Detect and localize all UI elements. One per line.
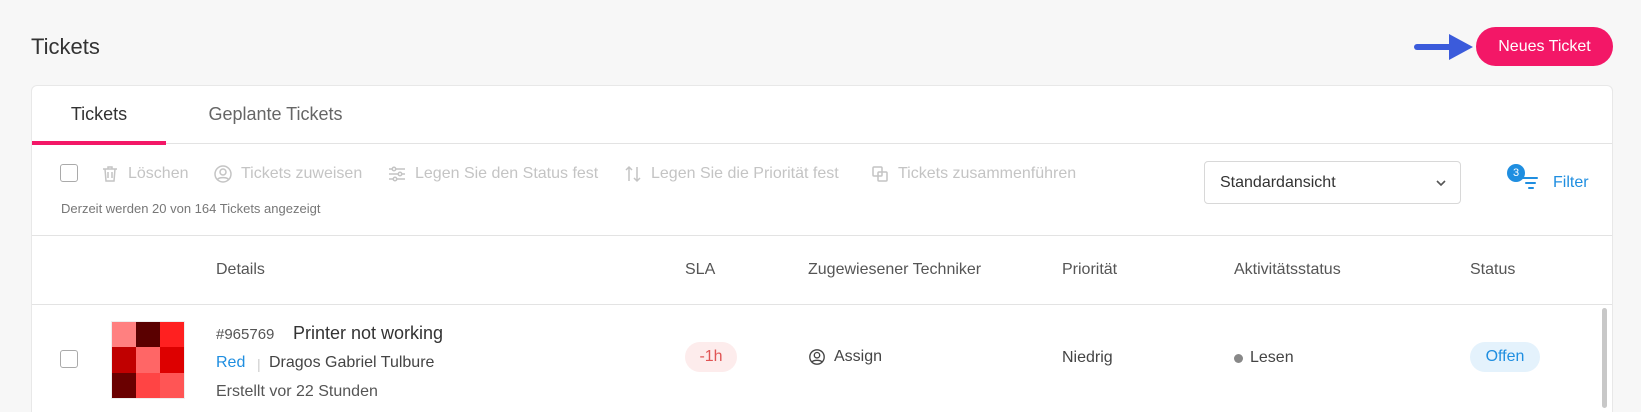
status-badge[interactable]: Offen xyxy=(1470,342,1540,372)
header-status[interactable]: Status xyxy=(1470,261,1515,279)
filter-label: Filter xyxy=(1553,174,1589,191)
filter-button[interactable]: 3 Filter xyxy=(1507,163,1603,203)
new-ticket-button[interactable]: Neues Ticket xyxy=(1476,27,1613,66)
trash-icon xyxy=(103,166,117,182)
ticket-count-text: Derzeit werden 20 von 164 Tickets angeze… xyxy=(61,201,321,216)
thumbnail-cell xyxy=(112,347,136,373)
ticket-requester: Dragos Gabriel Tulbure xyxy=(269,354,435,371)
ticket-id[interactable]: #965769 xyxy=(216,326,274,343)
ticket-created: Erstellt vor 22 Stunden xyxy=(216,383,378,400)
thumbnail-cell xyxy=(160,322,184,348)
chevron-down-icon xyxy=(1436,180,1446,187)
filter-icon xyxy=(1522,177,1538,189)
delete-action[interactable]: Löschen xyxy=(100,162,189,186)
thumbnail-cell xyxy=(112,322,136,348)
ticket-tag[interactable]: Red xyxy=(216,354,245,372)
ticket-subject[interactable]: Printer not working xyxy=(293,323,443,344)
thumbnail-cell xyxy=(160,347,184,373)
tab-scheduled-tickets[interactable]: Geplante Tickets xyxy=(197,86,354,144)
assign-tickets-label: Tickets zuweisen xyxy=(241,165,363,182)
tab-bar: Tickets Geplante Tickets xyxy=(32,86,1612,145)
merge-tickets-label: Tickets zusammenführen xyxy=(898,165,1077,182)
separator: | xyxy=(257,356,261,372)
activity-label: Lesen xyxy=(1250,349,1294,366)
sort-arrows-icon xyxy=(625,165,641,183)
assign-technician-button[interactable]: Assign xyxy=(808,348,882,366)
view-select-value: Standardansicht xyxy=(1220,174,1336,191)
activity-status: Lesen xyxy=(1234,349,1294,367)
set-status-action[interactable]: Legen Sie den Status fest xyxy=(387,162,598,186)
assign-label: Assign xyxy=(834,348,883,365)
delete-label: Löschen xyxy=(128,165,189,182)
tickets-card: Tickets Geplante Tickets Löschen Tickets… xyxy=(31,85,1613,412)
page-title: Tickets xyxy=(31,34,100,59)
header-sla[interactable]: SLA xyxy=(685,261,715,279)
header-technician[interactable]: Zugewiesener Techniker xyxy=(808,261,981,279)
set-status-label: Legen Sie den Status fest xyxy=(415,165,599,182)
thumbnail-cell xyxy=(136,372,160,398)
set-priority-label: Legen Sie die Priorität fest xyxy=(651,165,839,182)
table-row[interactable]: #965769 Printer not working Red | Dragos… xyxy=(32,305,1612,412)
header-activity-status[interactable]: Aktivitätsstatus xyxy=(1234,261,1341,279)
vertical-scrollbar[interactable] xyxy=(1602,308,1607,408)
select-all-checkbox[interactable] xyxy=(60,164,78,182)
thumbnail-cell xyxy=(112,372,136,398)
priority-value[interactable]: Niedrig xyxy=(1062,349,1113,367)
merge-tickets-action[interactable]: Tickets zusammenführen xyxy=(870,162,1076,186)
tab-tickets[interactable]: Tickets xyxy=(32,86,166,145)
user-circle-icon xyxy=(214,165,232,183)
activity-dot-icon xyxy=(1234,353,1243,363)
user-circle-icon xyxy=(809,349,825,365)
thumbnail-cell xyxy=(136,322,160,348)
thumbnail-cell xyxy=(160,372,184,398)
assign-tickets-action[interactable]: Tickets zuweisen xyxy=(213,162,362,186)
arrow-right-icon xyxy=(1414,34,1473,60)
view-select[interactable]: Standardansicht xyxy=(1204,161,1461,204)
sla-badge: -1h xyxy=(685,342,737,372)
merge-icon xyxy=(872,166,888,182)
table-header: Details SLA Zugewiesener Techniker Prior… xyxy=(32,237,1612,305)
thumbnail-cell xyxy=(136,347,160,373)
row-checkbox[interactable] xyxy=(60,350,78,368)
header-priority[interactable]: Priorität xyxy=(1062,261,1117,279)
set-priority-action[interactable]: Legen Sie die Priorität fest xyxy=(623,162,839,186)
header-details[interactable]: Details xyxy=(216,261,265,279)
sliders-icon xyxy=(389,166,405,182)
ticket-thumbnail xyxy=(111,321,185,399)
